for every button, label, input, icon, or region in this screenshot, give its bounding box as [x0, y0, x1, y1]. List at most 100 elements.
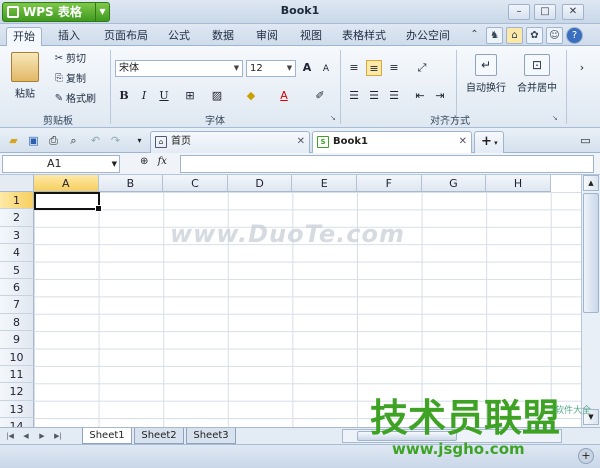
merge-center-button[interactable]: ⊡ 合并居中 [514, 54, 560, 96]
column-header-a[interactable]: A [34, 175, 99, 192]
column-header-d[interactable]: D [227, 175, 293, 192]
fill-pattern-icon[interactable]: ▨ [209, 88, 225, 104]
row-header-4[interactable]: 4 [0, 244, 34, 262]
print-icon[interactable]: ⎙ [46, 133, 61, 148]
font-name-select[interactable]: 宋体 ▼ [115, 60, 243, 77]
column-header-e[interactable]: E [292, 175, 357, 192]
open-folder-icon[interactable]: ▰ [6, 133, 21, 148]
shrink-font-button[interactable]: A [318, 61, 334, 77]
minimize-button[interactable]: – [508, 4, 530, 20]
bold-button[interactable]: B [116, 88, 132, 104]
tab-data[interactable]: 数据 [206, 27, 240, 46]
active-cell[interactable] [34, 192, 102, 212]
vertical-scrollbar[interactable]: ▲ ▼ [581, 175, 600, 427]
align-left-icon[interactable]: ☰ [346, 88, 362, 104]
fx-icon[interactable]: fx [158, 156, 167, 167]
tab-table-style[interactable]: 表格样式 [336, 27, 392, 46]
decrease-indent-icon[interactable]: ⇤ [412, 88, 428, 104]
plant-icon[interactable]: ✿ [526, 27, 543, 44]
align-top-icon[interactable]: ≡ [346, 60, 362, 76]
chevron-down-icon[interactable]: ▼ [95, 3, 109, 21]
text-orientation-icon[interactable]: ⤢ [414, 60, 430, 76]
undo-icon[interactable]: ↶ [88, 133, 103, 148]
doc-tab-book1[interactable]: S Book1 ✕ [312, 131, 472, 153]
copy-button[interactable]: ⎘ 复制 [52, 72, 86, 87]
quick-access-dropdown-icon[interactable]: ▾ [132, 133, 147, 148]
wrap-text-button[interactable]: ↵ 自动换行 [462, 54, 510, 96]
row-header-3[interactable]: 3 [0, 226, 34, 245]
font-color-icon[interactable]: A [276, 88, 292, 104]
name-box[interactable]: A1 ▼ [2, 155, 120, 173]
row-header-9[interactable]: 9 [0, 331, 34, 349]
scroll-up-icon[interactable]: ▲ [583, 175, 599, 191]
paste-button[interactable]: 粘贴 [8, 52, 42, 102]
italic-button[interactable]: I [136, 88, 152, 104]
align-center-icon[interactable]: ☰ [366, 88, 382, 104]
align-middle-icon[interactable]: ≡ [366, 60, 382, 76]
increase-indent-icon[interactable]: ⇥ [432, 88, 448, 104]
prev-sheet-icon[interactable]: ◀ [20, 430, 32, 442]
format-painter-button[interactable]: ✎ 格式刷 [52, 92, 96, 107]
close-button[interactable]: ✕ [562, 4, 584, 20]
window-layout-icon[interactable]: ▭ [578, 133, 593, 148]
print-preview-icon[interactable]: ⌕ [66, 133, 81, 148]
row-header-2[interactable]: 2 [0, 209, 34, 227]
column-header-g[interactable]: G [421, 175, 487, 192]
tab-review[interactable]: 审阅 [250, 27, 284, 46]
font-dialog-launcher-icon[interactable]: ↘ [330, 114, 338, 122]
new-tab-button[interactable]: + ▾ [474, 131, 504, 153]
doc-tab-home[interactable]: ⌂ 首页 ✕ [150, 131, 310, 153]
cut-button[interactable]: ✂ 剪切 [52, 52, 86, 67]
scroll-thumb[interactable] [583, 193, 599, 313]
row-header-1[interactable]: 1 [0, 192, 34, 210]
close-icon[interactable]: ✕ [297, 132, 305, 152]
clear-format-icon[interactable]: ✐ [312, 88, 328, 104]
row-header-7[interactable]: 7 [0, 296, 34, 314]
tab-insert[interactable]: 插入 [52, 27, 86, 46]
row-header-5[interactable]: 5 [0, 261, 34, 279]
user-icon[interactable]: ☺ [546, 27, 563, 44]
alignment-dialog-launcher-icon[interactable]: ↘ [552, 114, 560, 122]
home-icon[interactable]: ⌂ [506, 27, 523, 44]
tab-page-layout[interactable]: 页面布局 [98, 27, 154, 46]
borders-icon[interactable]: ⊞ [182, 88, 198, 104]
app-menu-button[interactable]: WPS 表格 ▼ [2, 2, 110, 22]
shirt-skin-icon[interactable]: ♞ [486, 27, 503, 44]
align-bottom-icon[interactable]: ≡ [386, 60, 402, 76]
row-header-14[interactable]: 14 [0, 418, 34, 427]
tab-office-space[interactable]: 办公空间 [400, 27, 456, 46]
fill-color-icon[interactable]: ◆ [243, 88, 259, 104]
font-size-select[interactable]: 12 ▼ [246, 60, 296, 77]
column-header-c[interactable]: C [163, 175, 228, 192]
more-icon[interactable]: › [574, 60, 590, 76]
maximize-button[interactable]: □ [534, 4, 556, 20]
tab-home[interactable]: 开始 [6, 27, 42, 46]
save-icon[interactable]: ▣ [26, 133, 41, 148]
select-all-corner[interactable] [0, 175, 34, 192]
row-header-11[interactable]: 11 [0, 366, 34, 384]
redo-icon[interactable]: ↷ [108, 133, 123, 148]
sheet-tab-sheet1[interactable]: Sheet1 [82, 428, 132, 444]
row-header-13[interactable]: 13 [0, 400, 34, 419]
sheet-tab-sheet3[interactable]: Sheet3 [186, 428, 236, 444]
collapse-ribbon-icon[interactable]: ⌃ [466, 27, 483, 44]
sheet-tab-sheet2[interactable]: Sheet2 [134, 428, 184, 444]
column-header-f[interactable]: F [357, 175, 422, 192]
formula-input[interactable] [180, 155, 594, 173]
help-icon[interactable]: ? [566, 27, 583, 44]
zoom-icon[interactable]: ⊕ [140, 156, 148, 167]
zoom-in-icon[interactable]: + [578, 448, 594, 464]
close-icon[interactable]: ✕ [459, 132, 467, 152]
underline-button[interactable]: U [156, 88, 172, 104]
align-right-icon[interactable]: ☰ [386, 88, 402, 104]
row-header-10[interactable]: 10 [0, 348, 34, 366]
tab-view[interactable]: 视图 [294, 27, 328, 46]
row-header-8[interactable]: 8 [0, 313, 34, 332]
column-header-h[interactable]: H [486, 175, 551, 192]
row-header-12[interactable]: 12 [0, 383, 34, 401]
grow-font-button[interactable]: A [299, 60, 315, 76]
last-sheet-icon[interactable]: ▶| [52, 430, 64, 442]
next-sheet-icon[interactable]: ▶ [36, 430, 48, 442]
tab-formulas[interactable]: 公式 [162, 27, 196, 46]
first-sheet-icon[interactable]: |◀ [4, 430, 16, 442]
